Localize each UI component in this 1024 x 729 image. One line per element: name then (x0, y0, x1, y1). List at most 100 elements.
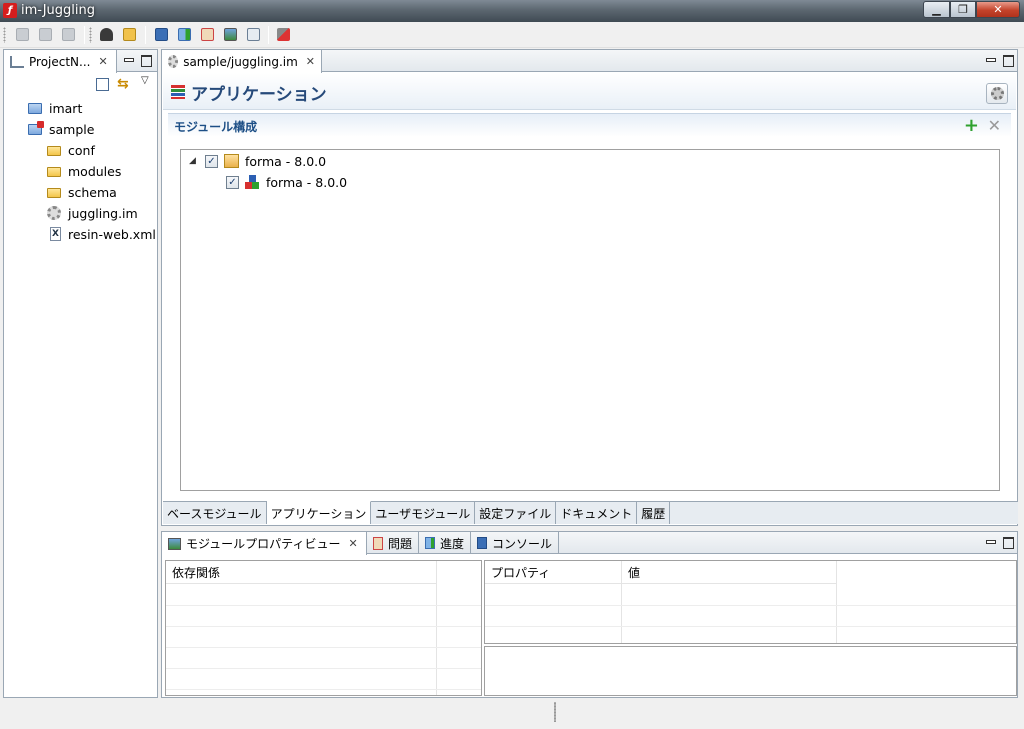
tab-history[interactable]: 履歴 (637, 502, 671, 524)
tree-row[interactable]: ◢ ✓ forma - 8.0.0 (189, 151, 326, 171)
table-row (485, 626, 1016, 627)
maximize-editor-button[interactable] (1002, 54, 1014, 67)
table-row (166, 647, 481, 648)
tab-console[interactable]: コンソール (471, 532, 559, 554)
tab-module-property-view[interactable]: モジュールプロパティビュー ✕ (162, 532, 367, 555)
section-title: モジュール構成 (174, 120, 258, 134)
run-icon[interactable] (176, 26, 193, 43)
gear-icon (990, 87, 1004, 100)
gear-file-icon (168, 55, 179, 68)
save-all-icon[interactable] (60, 26, 77, 43)
toolbar-separator (145, 26, 146, 44)
minimize-button[interactable]: ▁ (923, 1, 950, 18)
collapse-arrow-icon[interactable]: ◢ (189, 156, 199, 166)
link-with-editor-icon[interactable]: ⇆ (117, 76, 129, 92)
folder-icon (47, 143, 63, 157)
person-icon[interactable] (199, 26, 216, 43)
main-toolbar (0, 22, 1024, 48)
folder-icon (47, 164, 63, 178)
tab-application[interactable]: アプリケーション (266, 501, 372, 524)
status-bar (0, 699, 1024, 729)
maximize-view-button[interactable] (1002, 536, 1014, 549)
tree-item-imart[interactable]: imart (28, 98, 82, 118)
table-row (166, 626, 481, 627)
tab-label: モジュールプロパティビュー (186, 537, 341, 551)
xml-file-icon: X (47, 227, 63, 241)
maximize-button[interactable]: ❐ (950, 1, 976, 18)
image-icon[interactable] (222, 26, 239, 43)
close-tab-icon[interactable]: ✕ (348, 537, 357, 550)
module-checkbox[interactable]: ✓ (205, 154, 218, 168)
property-description-area[interactable] (484, 646, 1017, 696)
remove-module-button[interactable]: ✕ (988, 117, 1001, 135)
tab-document[interactable]: ドキュメント (556, 502, 638, 524)
table-row (166, 668, 481, 669)
tab-progress[interactable]: 進度 (419, 532, 471, 554)
save-icon[interactable] (14, 26, 31, 43)
toolbar-separator (84, 26, 85, 44)
minimize-view-button[interactable] (122, 54, 134, 66)
helmet-icon[interactable] (98, 26, 115, 43)
status-separator (554, 702, 556, 722)
folder-blue-icon (28, 101, 44, 115)
tree-item-resin-web-xml[interactable]: X resin-web.xml (47, 224, 156, 244)
save-as-icon[interactable] (37, 26, 54, 43)
tree-item-sample[interactable]: sample (28, 119, 94, 139)
tab-project-explorer[interactable]: ProjectN... ✕ (4, 50, 117, 73)
window-controls: ▁ ❐ ✕ (923, 1, 1020, 18)
settings-button[interactable] (986, 83, 1008, 104)
property-table[interactable]: プロパティ 値 (484, 560, 1017, 644)
property-view-icon (168, 537, 181, 550)
tree-item-schema[interactable]: schema (47, 182, 117, 202)
project-tree-icon (10, 55, 24, 68)
close-button[interactable]: ✕ (976, 1, 1020, 18)
toolbar-separator (268, 26, 269, 44)
tab-user-module[interactable]: ユーザモジュール (371, 502, 476, 524)
minimize-editor-button[interactable] (984, 54, 996, 66)
view-menu-icon[interactable]: ▽ (141, 75, 149, 86)
monitor-icon (477, 537, 487, 549)
module-blocks-icon (245, 174, 260, 190)
tree-item-modules[interactable]: modules (47, 161, 121, 181)
toolbar-grip[interactable] (3, 27, 6, 43)
module-checkbox[interactable]: ✓ (226, 175, 239, 189)
column-divider (621, 561, 622, 643)
open-folder-icon[interactable] (121, 26, 138, 43)
tab-juggling-im[interactable]: sample/juggling.im ✕ (162, 50, 322, 73)
tree-icon[interactable] (245, 26, 262, 43)
table-row (166, 605, 481, 606)
tree-row[interactable]: ✓ forma - 8.0.0 (226, 172, 347, 192)
close-tab-icon[interactable]: ✕ (98, 55, 107, 68)
tab-base-module[interactable]: ベースモジュール (163, 502, 267, 524)
module-tree[interactable]: ◢ ✓ forma - 8.0.0 ✓ forma - 8.0.0 (180, 149, 1000, 491)
close-tab-icon[interactable]: ✕ (306, 55, 315, 68)
tab-problems[interactable]: 問題 (367, 532, 419, 554)
dependency-table[interactable]: 依存関係 (165, 560, 482, 696)
module-property-panel: モジュールプロパティビュー ✕ 問題 進度 コンソール 依存関係 プロパティ 値 (161, 531, 1018, 698)
dependency-column-header[interactable]: 依存関係 (166, 561, 436, 584)
collapse-all-icon[interactable] (96, 78, 109, 91)
tree-item-juggling-im[interactable]: juggling.im (47, 203, 138, 223)
tree-item-conf[interactable]: conf (47, 140, 95, 160)
tab-label: ProjectN... (29, 54, 91, 69)
add-module-button[interactable]: + (964, 117, 979, 135)
property-column-header[interactable]: プロパティ (485, 561, 621, 584)
module-label: forma - 8.0.0 (245, 153, 327, 169)
editor-panel: sample/juggling.im ✕ アプリケーション モジュール構成 + … (161, 49, 1018, 526)
tree-item-label: juggling.im (68, 205, 138, 221)
editor-page-tabs: ベースモジュール アプリケーション ユーザモジュール 設定ファイル ドキュメント… (163, 501, 1018, 524)
tools-icon[interactable] (275, 26, 292, 43)
maximize-view-button[interactable] (140, 54, 152, 67)
toolbar-grip[interactable] (89, 27, 92, 43)
monitor-icon[interactable] (153, 26, 170, 43)
gear-file-icon (47, 206, 63, 220)
tree-item-label: modules (68, 163, 122, 179)
tree-item-label: schema (68, 184, 117, 200)
tree-item-label: conf (68, 142, 95, 158)
table-row (485, 605, 1016, 606)
value-column-header[interactable]: 値 (622, 561, 836, 584)
minimize-view-button[interactable] (984, 536, 996, 548)
tab-label: コンソール (491, 536, 552, 551)
tab-config-file[interactable]: 設定ファイル (475, 502, 557, 524)
editor-tabstrip: sample/juggling.im ✕ (162, 50, 1017, 73)
